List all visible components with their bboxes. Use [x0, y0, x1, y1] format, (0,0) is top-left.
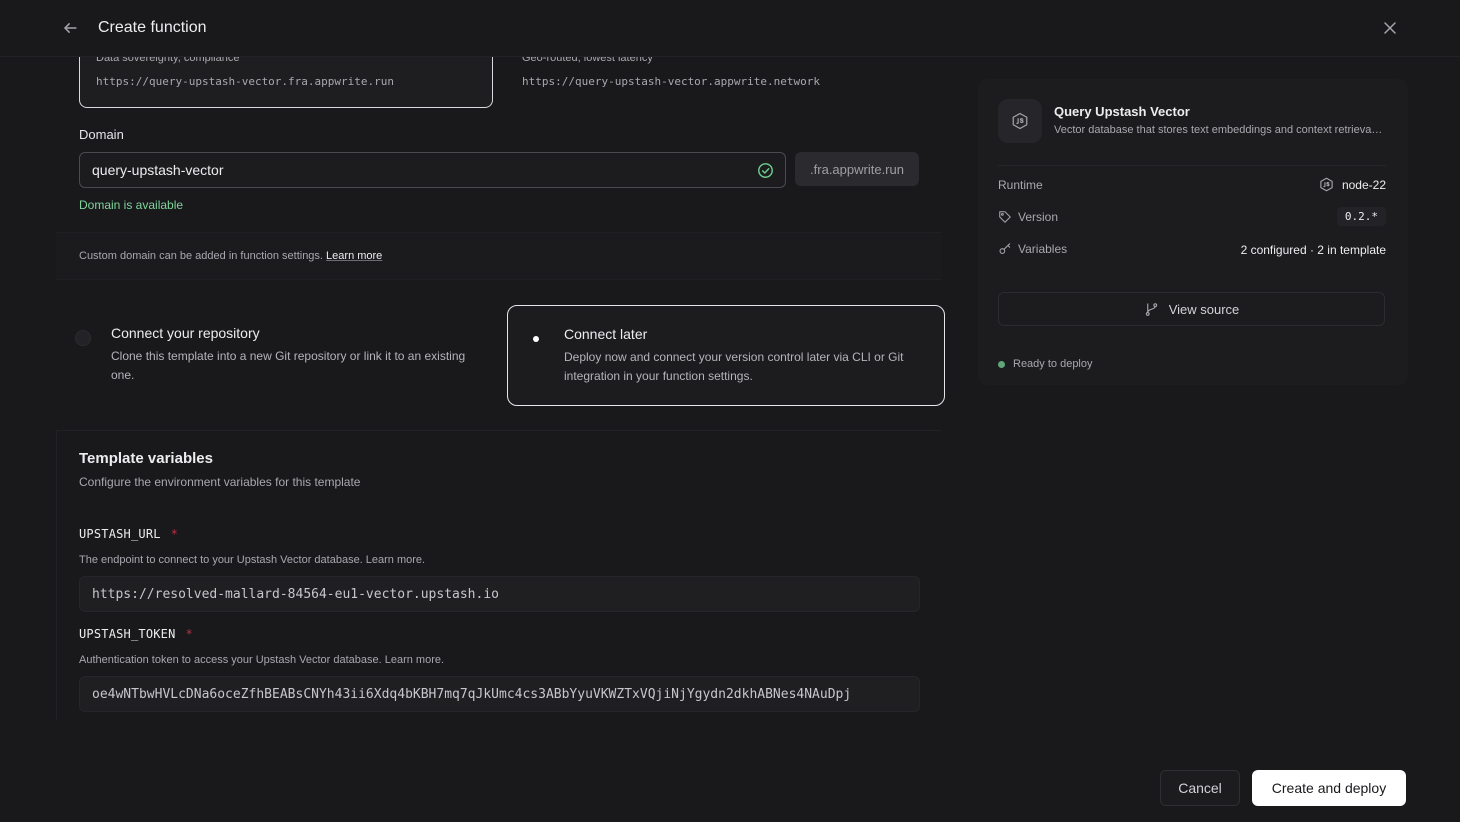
radio-selected[interactable]	[528, 331, 544, 347]
custom-domain-notice: Custom domain can be added in function s…	[56, 232, 941, 280]
variables-label: Variables	[998, 242, 1067, 256]
version-chip: 0.2.*	[1336, 207, 1386, 226]
variable-name-upstash-token: UPSTASH_TOKEN *	[79, 627, 193, 641]
create-and-deploy-button[interactable]: Create and deploy	[1252, 770, 1406, 806]
runtime-label: Runtime	[998, 178, 1043, 192]
connect-later-option[interactable]: Connect later Deploy now and connect you…	[507, 305, 945, 406]
option-title: Connect your repository	[111, 325, 260, 341]
runtime-value-text: node-22	[1341, 177, 1386, 192]
custom-domain-message: Custom domain can be added in function s…	[79, 250, 323, 262]
tag-icon	[998, 210, 1012, 224]
option-description: Deploy now and connect your version cont…	[564, 350, 904, 383]
divider	[998, 165, 1386, 166]
region-url: https://query-upstash-vector.appwrite.ne…	[522, 75, 821, 88]
git-branch-icon	[1144, 302, 1159, 317]
required-mark: *	[170, 527, 179, 541]
function-description: Vector database that stores text embeddi…	[1054, 124, 1384, 136]
cancel-button[interactable]: Cancel	[1160, 770, 1240, 806]
key-icon	[998, 242, 1012, 256]
upstash-token-input[interactable]	[79, 676, 920, 712]
connect-repository-option[interactable]: Connect your repository Clone this templ…	[64, 305, 494, 406]
domain-suffix: .fra.appwrite.run	[795, 152, 919, 186]
variable-name-upstash-url: UPSTASH_URL *	[79, 527, 178, 541]
upstash-url-input[interactable]	[79, 576, 920, 612]
variable-name: UPSTASH_URL	[79, 527, 161, 541]
variable-name: UPSTASH_TOKEN	[79, 627, 176, 641]
status-text: Ready to deploy	[1013, 358, 1093, 370]
function-summary-card: Query Upstash Vector Vector database tha…	[978, 79, 1408, 385]
option-description: Clone this template into a new Git repos…	[111, 349, 466, 382]
modal-header: Create function	[0, 0, 1460, 57]
runtime-label-text: Runtime	[998, 178, 1043, 192]
runtime-value: node-22	[1319, 177, 1386, 192]
option-title: Connect later	[564, 326, 648, 342]
template-variables-description: Configure the environment variables for …	[79, 475, 361, 489]
page-title: Create function	[98, 19, 207, 36]
variable-description: Authentication token to access your Upst…	[79, 654, 445, 666]
nodejs-icon	[998, 99, 1042, 143]
version-label-text: Version	[1018, 210, 1059, 224]
form-column: Data sovereignty, compliance https://que…	[0, 0, 960, 822]
domain-label: Domain	[79, 127, 124, 142]
variable-description: The endpoint to connect to your Upstash …	[79, 554, 426, 566]
custom-domain-text: Custom domain can be added in function s…	[79, 250, 382, 262]
version-value: 0.2.*	[1336, 207, 1386, 226]
check-circle-icon	[757, 162, 774, 179]
template-variables-title: Template variables	[79, 450, 213, 467]
nodejs-icon	[1319, 177, 1334, 192]
close-icon[interactable]	[1380, 18, 1400, 38]
learn-more-link[interactable]: Learn more	[326, 250, 382, 262]
deploy-status: Ready to deploy	[998, 358, 1093, 370]
view-source-button[interactable]: View source	[998, 292, 1385, 326]
arrow-left-icon[interactable]	[60, 18, 80, 38]
function-name: Query Upstash Vector	[1054, 104, 1190, 119]
domain-status: Domain is available	[79, 198, 184, 212]
variables-value: 2 configured · 2 in template	[1240, 243, 1386, 257]
required-mark: *	[185, 627, 193, 641]
region-url: https://query-upstash-vector.fra.appwrit…	[96, 75, 395, 88]
version-label: Version	[998, 210, 1058, 224]
radio-unselected[interactable]	[75, 330, 91, 346]
status-dot	[998, 360, 1005, 368]
variables-label-text: Variables	[1018, 242, 1068, 256]
domain-input[interactable]	[79, 152, 786, 188]
view-source-label: View source	[1168, 301, 1240, 317]
